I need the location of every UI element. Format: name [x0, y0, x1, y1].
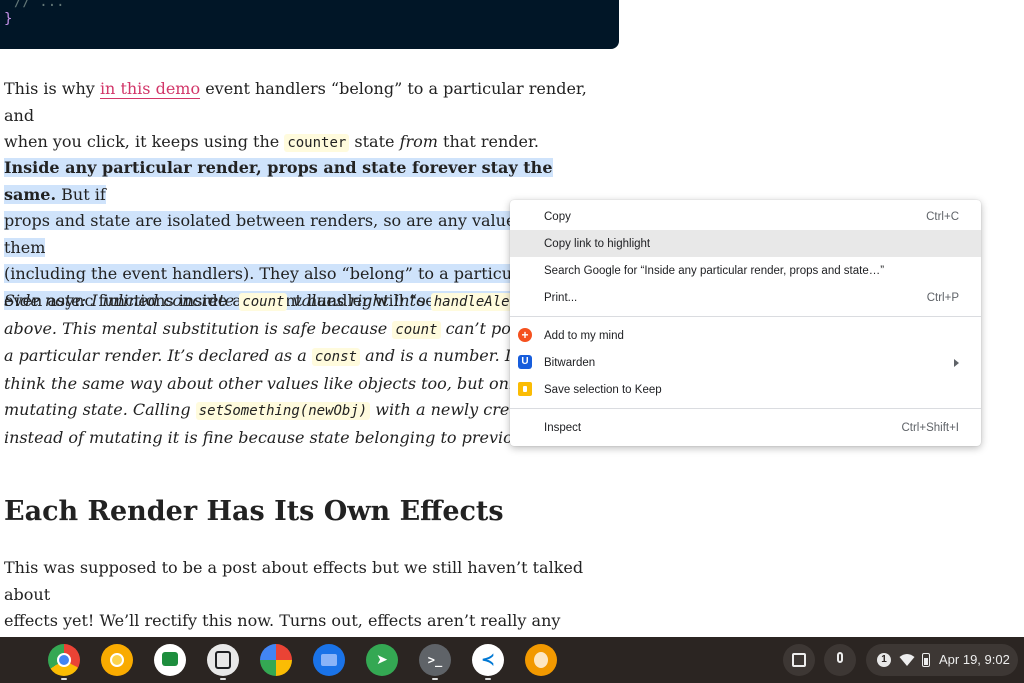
chrome-canary-icon[interactable]	[101, 644, 133, 676]
google-photos-icon[interactable]	[260, 644, 292, 676]
menu-item-inspect[interactable]: Inspect Ctrl+Shift+I	[510, 414, 981, 441]
code-block: // ... }	[0, 0, 619, 49]
menu-item-save-to-keep[interactable]: Save selection to Keep	[510, 376, 981, 403]
app-icon[interactable]	[525, 644, 557, 676]
section-title: Each Render Has Its Own Effects	[4, 496, 504, 527]
screen-capture-icon[interactable]	[207, 644, 239, 676]
running-indicator	[220, 678, 226, 680]
code-comment: // ...	[14, 0, 65, 10]
clock: Apr 19, 9:02	[939, 652, 1010, 667]
vscode-icon[interactable]: ≺	[472, 644, 504, 676]
holding-space-button[interactable]	[783, 644, 815, 676]
context-menu: Copy Ctrl+C Copy link to highlight Searc…	[510, 200, 981, 446]
dictation-button[interactable]	[824, 644, 856, 676]
running-indicator	[61, 678, 67, 680]
menu-item-search-google[interactable]: Search Google for “Inside any particular…	[510, 257, 981, 284]
shelf: ➤ >_ ≺ 1 Apr 19, 9:02	[0, 637, 1024, 683]
menu-separator	[510, 408, 981, 409]
running-indicator	[432, 678, 438, 680]
terminal-icon[interactable]: >_	[419, 644, 451, 676]
inline-code-counter: counter	[284, 134, 350, 152]
menu-item-bitwarden[interactable]: U Bitwarden	[510, 349, 981, 376]
paragraph-1: This is why in this demo event handlers …	[4, 79, 587, 152]
keep-icon	[518, 382, 532, 396]
bitwarden-icon: U	[518, 355, 532, 369]
notification-count-badge: 1	[877, 653, 891, 667]
status-area[interactable]: 1 Apr 19, 9:02	[866, 644, 1018, 676]
battery-icon	[922, 653, 930, 667]
menu-item-add-to-my-mind[interactable]: + Add to my mind	[510, 322, 981, 349]
menu-item-print[interactable]: Print... Ctrl+P	[510, 284, 981, 311]
telegram-icon[interactable]: ➤	[366, 644, 398, 676]
wifi-icon	[899, 654, 915, 666]
menu-separator	[510, 316, 981, 317]
microphone-icon	[837, 652, 843, 663]
menu-item-copy-link-to-highlight[interactable]: Copy link to highlight	[510, 230, 981, 257]
google-chat-icon[interactable]	[154, 644, 186, 676]
code-closing-brace: }	[4, 11, 13, 27]
running-indicator	[485, 678, 491, 680]
chrome-icon[interactable]	[48, 644, 80, 676]
demo-link[interactable]: in this demo	[100, 79, 200, 98]
holding-space-icon	[792, 653, 806, 667]
mymind-icon: +	[518, 328, 532, 342]
files-icon[interactable]	[313, 644, 345, 676]
submenu-arrow-icon	[954, 358, 959, 367]
menu-item-copy[interactable]: Copy Ctrl+C	[510, 203, 981, 230]
